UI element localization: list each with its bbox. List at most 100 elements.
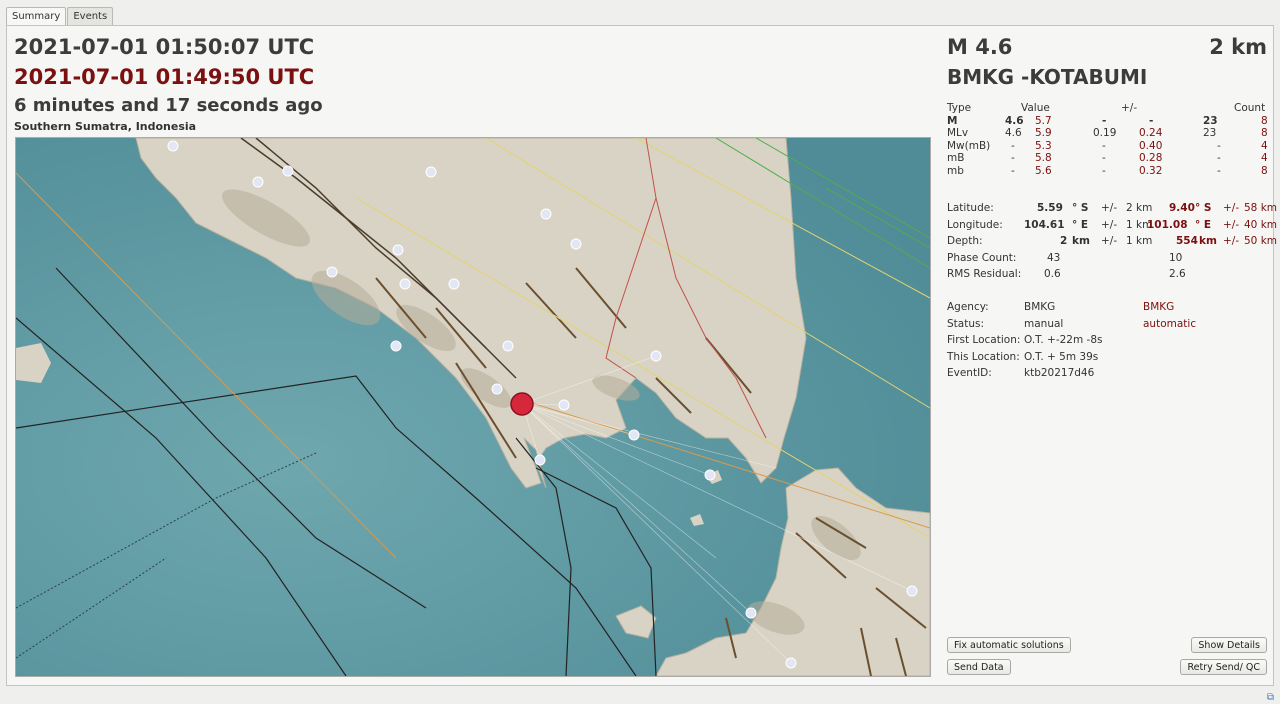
longitude-unit-auto: ° E xyxy=(1195,218,1212,231)
depth-pm-auto: +/- xyxy=(1223,235,1240,247)
table-row: MLv 4.6 5.9 0.19 0.24 23 8 xyxy=(947,127,1268,140)
mag-value: 4.6 xyxy=(1005,114,1024,127)
details-panel: M 4.6 2 km BMKG -KOTABUMI Type Value +/-… xyxy=(947,26,1277,685)
station-icon[interactable] xyxy=(906,585,918,597)
depth-value-main: 2 xyxy=(1060,235,1068,247)
rms-label: RMS Residual: xyxy=(947,268,1022,280)
table-row: M 4.6 5.7 - - 23 8 xyxy=(947,114,1268,128)
rms-value: 0.6 xyxy=(1044,268,1061,280)
mag-type: M xyxy=(947,114,958,127)
station-icon[interactable] xyxy=(326,266,338,278)
summary-panel: 2021-07-01 01:50:07 UTC 2021-07-01 01:49… xyxy=(6,25,1277,686)
fix-automatic-solutions-button[interactable]: Fix automatic solutions xyxy=(947,637,1071,653)
table-row: mb - 5.6 - 0.32 - 8 xyxy=(947,164,1268,178)
resize-grip-icon[interactable]: ⧉ xyxy=(1267,692,1274,703)
mag-value: - xyxy=(1011,164,1015,177)
col-uncert: +/- xyxy=(1121,102,1138,114)
agency-title: BMKG -KOTABUMI xyxy=(947,65,1148,89)
event-time: 2021-07-01 01:50:07 UTC xyxy=(14,35,315,59)
retry-send-qc-button[interactable]: Retry Send/ QC xyxy=(1180,659,1267,675)
station-icon[interactable] xyxy=(570,238,582,250)
region-label: Southern Sumatra, Indonesia xyxy=(14,120,197,133)
origin-time: 2021-07-01 01:49:50 UTC xyxy=(14,65,315,89)
station-icon[interactable] xyxy=(502,340,514,352)
station-icon[interactable] xyxy=(704,469,716,481)
rms-row: RMS Residual: 0.6 2.6 xyxy=(947,268,1267,285)
latitude-pm: +/- xyxy=(1101,202,1118,214)
mag-uncert: 0.19 xyxy=(1093,127,1117,139)
show-details-button[interactable]: Show Details xyxy=(1191,637,1267,653)
agency-row: Agency: BMKG BMKG xyxy=(947,301,1267,318)
event-id-label: EventID: xyxy=(947,367,992,380)
mag-uncert: - xyxy=(1102,114,1107,127)
map-canvas[interactable] xyxy=(16,138,930,676)
mag-count-auto: 8 xyxy=(1261,127,1268,139)
mag-value-auto: 5.3 xyxy=(1035,139,1052,152)
station-icon[interactable] xyxy=(448,278,460,290)
send-data-button[interactable]: Send Data xyxy=(947,659,1011,675)
depth-unit: km xyxy=(1072,235,1090,247)
station-icon[interactable] xyxy=(540,208,552,220)
info-section: Agency: BMKG BMKG Status: manual automat… xyxy=(947,301,1267,384)
mag-type: Mw(mB) xyxy=(947,139,991,152)
longitude-label: Longitude: xyxy=(947,218,1003,231)
station-icon[interactable] xyxy=(650,350,662,362)
mag-value-auto: 5.7 xyxy=(1035,114,1052,127)
depth-pm: +/- xyxy=(1101,235,1118,247)
rms-value-auto: 2.6 xyxy=(1169,268,1186,280)
station-icon[interactable] xyxy=(399,278,411,290)
depth-value-auto: 554 xyxy=(1176,235,1198,247)
depth-unit-auto: km xyxy=(1199,235,1217,247)
mag-uncert-auto: 0.28 xyxy=(1139,152,1163,164)
station-icon[interactable] xyxy=(745,607,757,619)
tab-summary[interactable]: Summary xyxy=(6,7,67,26)
mag-value-auto: 5.8 xyxy=(1035,152,1052,164)
status-row: Status: manual automatic xyxy=(947,318,1267,335)
mag-count: - xyxy=(1217,139,1221,152)
mag-count-auto: 4 xyxy=(1261,139,1268,152)
epicenter-marker[interactable] xyxy=(510,392,534,416)
mag-type: MLv xyxy=(947,127,969,139)
phase-count-value: 43 xyxy=(1047,251,1061,264)
station-icon[interactable] xyxy=(252,176,264,188)
station-icon[interactable] xyxy=(628,429,640,441)
station-icon[interactable] xyxy=(558,399,570,411)
phase-count-value-auto: 10 xyxy=(1169,251,1183,264)
latitude-value-auto: 9.40 xyxy=(1169,202,1195,214)
longitude-pm-auto: +/- xyxy=(1223,218,1240,231)
first-location-value: O.T. +-22m -8s xyxy=(1024,334,1103,347)
mag-uncert: - xyxy=(1102,139,1106,152)
longitude-value: 104.61 xyxy=(1024,218,1065,231)
latitude-value: 5.59 xyxy=(1037,202,1063,214)
tab-bar: Summary Events xyxy=(6,7,114,26)
station-icon[interactable] xyxy=(785,657,797,669)
longitude-value-auto: 101.08 xyxy=(1147,218,1188,231)
this-location-row: This Location: O.T. + 5m 39s xyxy=(947,351,1267,368)
station-icon[interactable] xyxy=(491,383,503,395)
status-bar: ⧉ xyxy=(0,690,1280,704)
magnitude-value: M 4.6 xyxy=(947,35,1013,59)
event-id-value: ktb20217d46 xyxy=(1024,367,1095,380)
mag-value: 4.6 xyxy=(1005,127,1022,139)
station-icon[interactable] xyxy=(534,454,546,466)
event-map[interactable] xyxy=(15,137,931,677)
table-row: mB - 5.8 - 0.28 - 4 xyxy=(947,152,1268,165)
col-count: Count xyxy=(1234,102,1266,114)
station-icon[interactable] xyxy=(392,244,404,256)
station-icon[interactable] xyxy=(167,140,179,152)
mag-uncert-auto: 0.32 xyxy=(1139,164,1163,177)
tab-events[interactable]: Events xyxy=(67,7,114,25)
station-icon[interactable] xyxy=(425,166,437,178)
longitude-unit: ° E xyxy=(1072,218,1089,231)
mag-value: - xyxy=(1011,152,1015,164)
phase-count-row: Phase Count: 43 10 xyxy=(947,252,1267,269)
this-location-value: O.T. + 5m 39s xyxy=(1024,350,1099,363)
latitude-label: Latitude: xyxy=(947,202,994,214)
station-icon[interactable] xyxy=(390,340,402,352)
mag-count-auto: 8 xyxy=(1261,114,1268,127)
longitude-pm: +/- xyxy=(1101,218,1118,231)
latitude-unit-auto: ° S xyxy=(1195,202,1212,214)
station-icon[interactable] xyxy=(282,165,294,177)
depth-uncert: 1 km xyxy=(1126,235,1153,247)
agency-label: Agency: xyxy=(947,301,989,313)
